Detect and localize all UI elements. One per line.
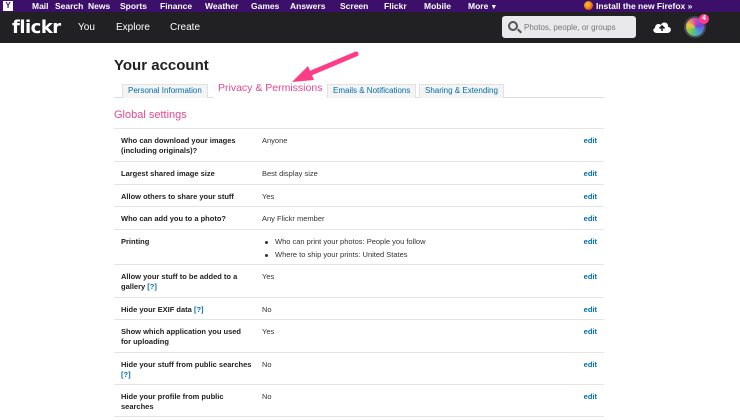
page-title: Your account — [114, 57, 209, 74]
setting-label: Who can download your images (including … — [121, 136, 236, 155]
edit-link[interactable]: edit — [584, 360, 597, 370]
setting-label: Largest shared image size — [121, 169, 215, 178]
edit-link[interactable]: edit — [584, 169, 597, 179]
yahoo-link-weather[interactable]: Weather — [205, 1, 238, 11]
setting-value: Best display size — [262, 169, 318, 178]
yahoo-link-finance[interactable]: Finance — [160, 1, 192, 11]
edit-link[interactable]: edit — [584, 327, 597, 337]
flickr-header: flickr You Explore Create 4 — [0, 12, 740, 43]
setting-value: Yes — [262, 272, 275, 281]
setting-label: Printing — [121, 237, 150, 246]
yahoo-link-flickr[interactable]: Flickr — [384, 1, 407, 11]
setting-row-printing: Printing Who can print your photos: Peop… — [114, 229, 604, 264]
edit-link[interactable]: edit — [584, 214, 597, 224]
printing-options-list: Who can print your photos: People you fo… — [262, 237, 562, 260]
setting-label-text: Allow your stuff to be added to a galler… — [121, 272, 238, 291]
yahoo-link-news[interactable]: News — [88, 1, 110, 11]
yahoo-link-search[interactable]: Search — [55, 1, 83, 11]
setting-label-text: Hide your EXIF data — [121, 305, 192, 314]
list-item: Where to ship your prints: United States — [262, 250, 562, 260]
setting-row-image-size: Largest shared image size Best display s… — [114, 161, 604, 184]
setting-row-upload-application: Show which application you used for uplo… — [114, 319, 604, 352]
nav-create[interactable]: Create — [170, 22, 200, 33]
section-title-global-settings: Global settings — [114, 109, 187, 121]
nav-explore[interactable]: Explore — [116, 22, 150, 33]
setting-row-profile-search: Hide your profile from public searches N… — [114, 384, 604, 417]
nav-you[interactable]: You — [78, 22, 95, 33]
setting-value: Any Flickr member — [262, 214, 325, 223]
yahoo-link-screen[interactable]: Screen — [340, 1, 368, 11]
setting-label: Show which application you used for uplo… — [121, 327, 242, 346]
upload-cloud-icon[interactable] — [652, 20, 672, 34]
setting-row-add-to-photo: Who can add you to a photo? Any Flickr m… — [114, 206, 604, 229]
tab-sharing-extending[interactable]: Sharing & Extending — [419, 84, 504, 98]
tab-personal-information[interactable]: Personal Information — [122, 84, 208, 98]
setting-label: Hide your stuff from public searches [?] — [121, 360, 253, 380]
setting-label: Allow others to share your stuff — [121, 192, 234, 201]
firefox-promo-link[interactable]: Install the new Firefox » — [584, 0, 692, 12]
search-input[interactable] — [524, 19, 632, 35]
help-link[interactable]: [?] — [121, 370, 131, 379]
setting-label: Who can add you to a photo? — [121, 214, 226, 223]
yahoo-more-label: More — [468, 1, 489, 11]
setting-label: Hide your profile from public searches — [121, 392, 224, 411]
setting-value: No — [262, 360, 272, 369]
edit-link[interactable]: edit — [584, 392, 597, 402]
edit-link[interactable]: edit — [584, 237, 597, 247]
annotation-arrow-icon — [292, 51, 359, 82]
setting-row-download: Who can download your images (including … — [114, 128, 604, 161]
setting-value: Anyone — [262, 136, 288, 145]
edit-link[interactable]: edit — [584, 136, 597, 146]
firefox-icon — [584, 1, 593, 10]
yahoo-logo-icon[interactable]: Y — [3, 1, 13, 11]
yahoo-link-answers[interactable]: Answers — [290, 1, 325, 11]
flickr-logo[interactable]: flickr — [12, 17, 61, 38]
setting-value: Who can print your photos: People you fo… — [262, 237, 562, 263]
edit-link[interactable]: edit — [584, 272, 597, 282]
setting-label-text: Hide your stuff from public searches — [121, 360, 252, 369]
search-icon — [508, 21, 518, 31]
edit-link[interactable]: edit — [584, 305, 597, 315]
help-link[interactable]: [?] — [194, 305, 204, 314]
yahoo-link-mail[interactable]: Mail — [32, 1, 49, 11]
setting-row-gallery: Allow your stuff to be added to a galler… — [114, 264, 604, 297]
yahoo-top-bar: Y Mail Search News Sports Finance Weathe… — [0, 0, 740, 12]
yahoo-link-mobile[interactable]: Mobile — [424, 1, 451, 11]
setting-row-public-search: Hide your stuff from public searches [?]… — [114, 352, 604, 384]
search-box[interactable] — [502, 16, 636, 38]
yahoo-link-games[interactable]: Games — [251, 1, 279, 11]
setting-value: No — [262, 305, 272, 314]
help-link[interactable]: [?] — [147, 282, 157, 291]
edit-link[interactable]: edit — [584, 192, 597, 202]
setting-row-sharing: Allow others to share your stuff Yes edi… — [114, 184, 604, 206]
setting-label: Allow your stuff to be added to a galler… — [121, 272, 253, 292]
yahoo-link-sports[interactable]: Sports — [120, 1, 147, 11]
list-item: Who can print your photos: People you fo… — [262, 237, 562, 247]
notification-badge[interactable]: 4 — [699, 14, 709, 24]
setting-row-exif: Hide your EXIF data [?] No edit — [114, 297, 604, 319]
setting-value: No — [262, 392, 272, 401]
setting-value: Yes — [262, 192, 275, 201]
setting-label: Hide your EXIF data [?] — [121, 305, 253, 315]
firefox-promo-label: Install the new Firefox » — [596, 1, 693, 11]
setting-value: Yes — [262, 327, 275, 336]
